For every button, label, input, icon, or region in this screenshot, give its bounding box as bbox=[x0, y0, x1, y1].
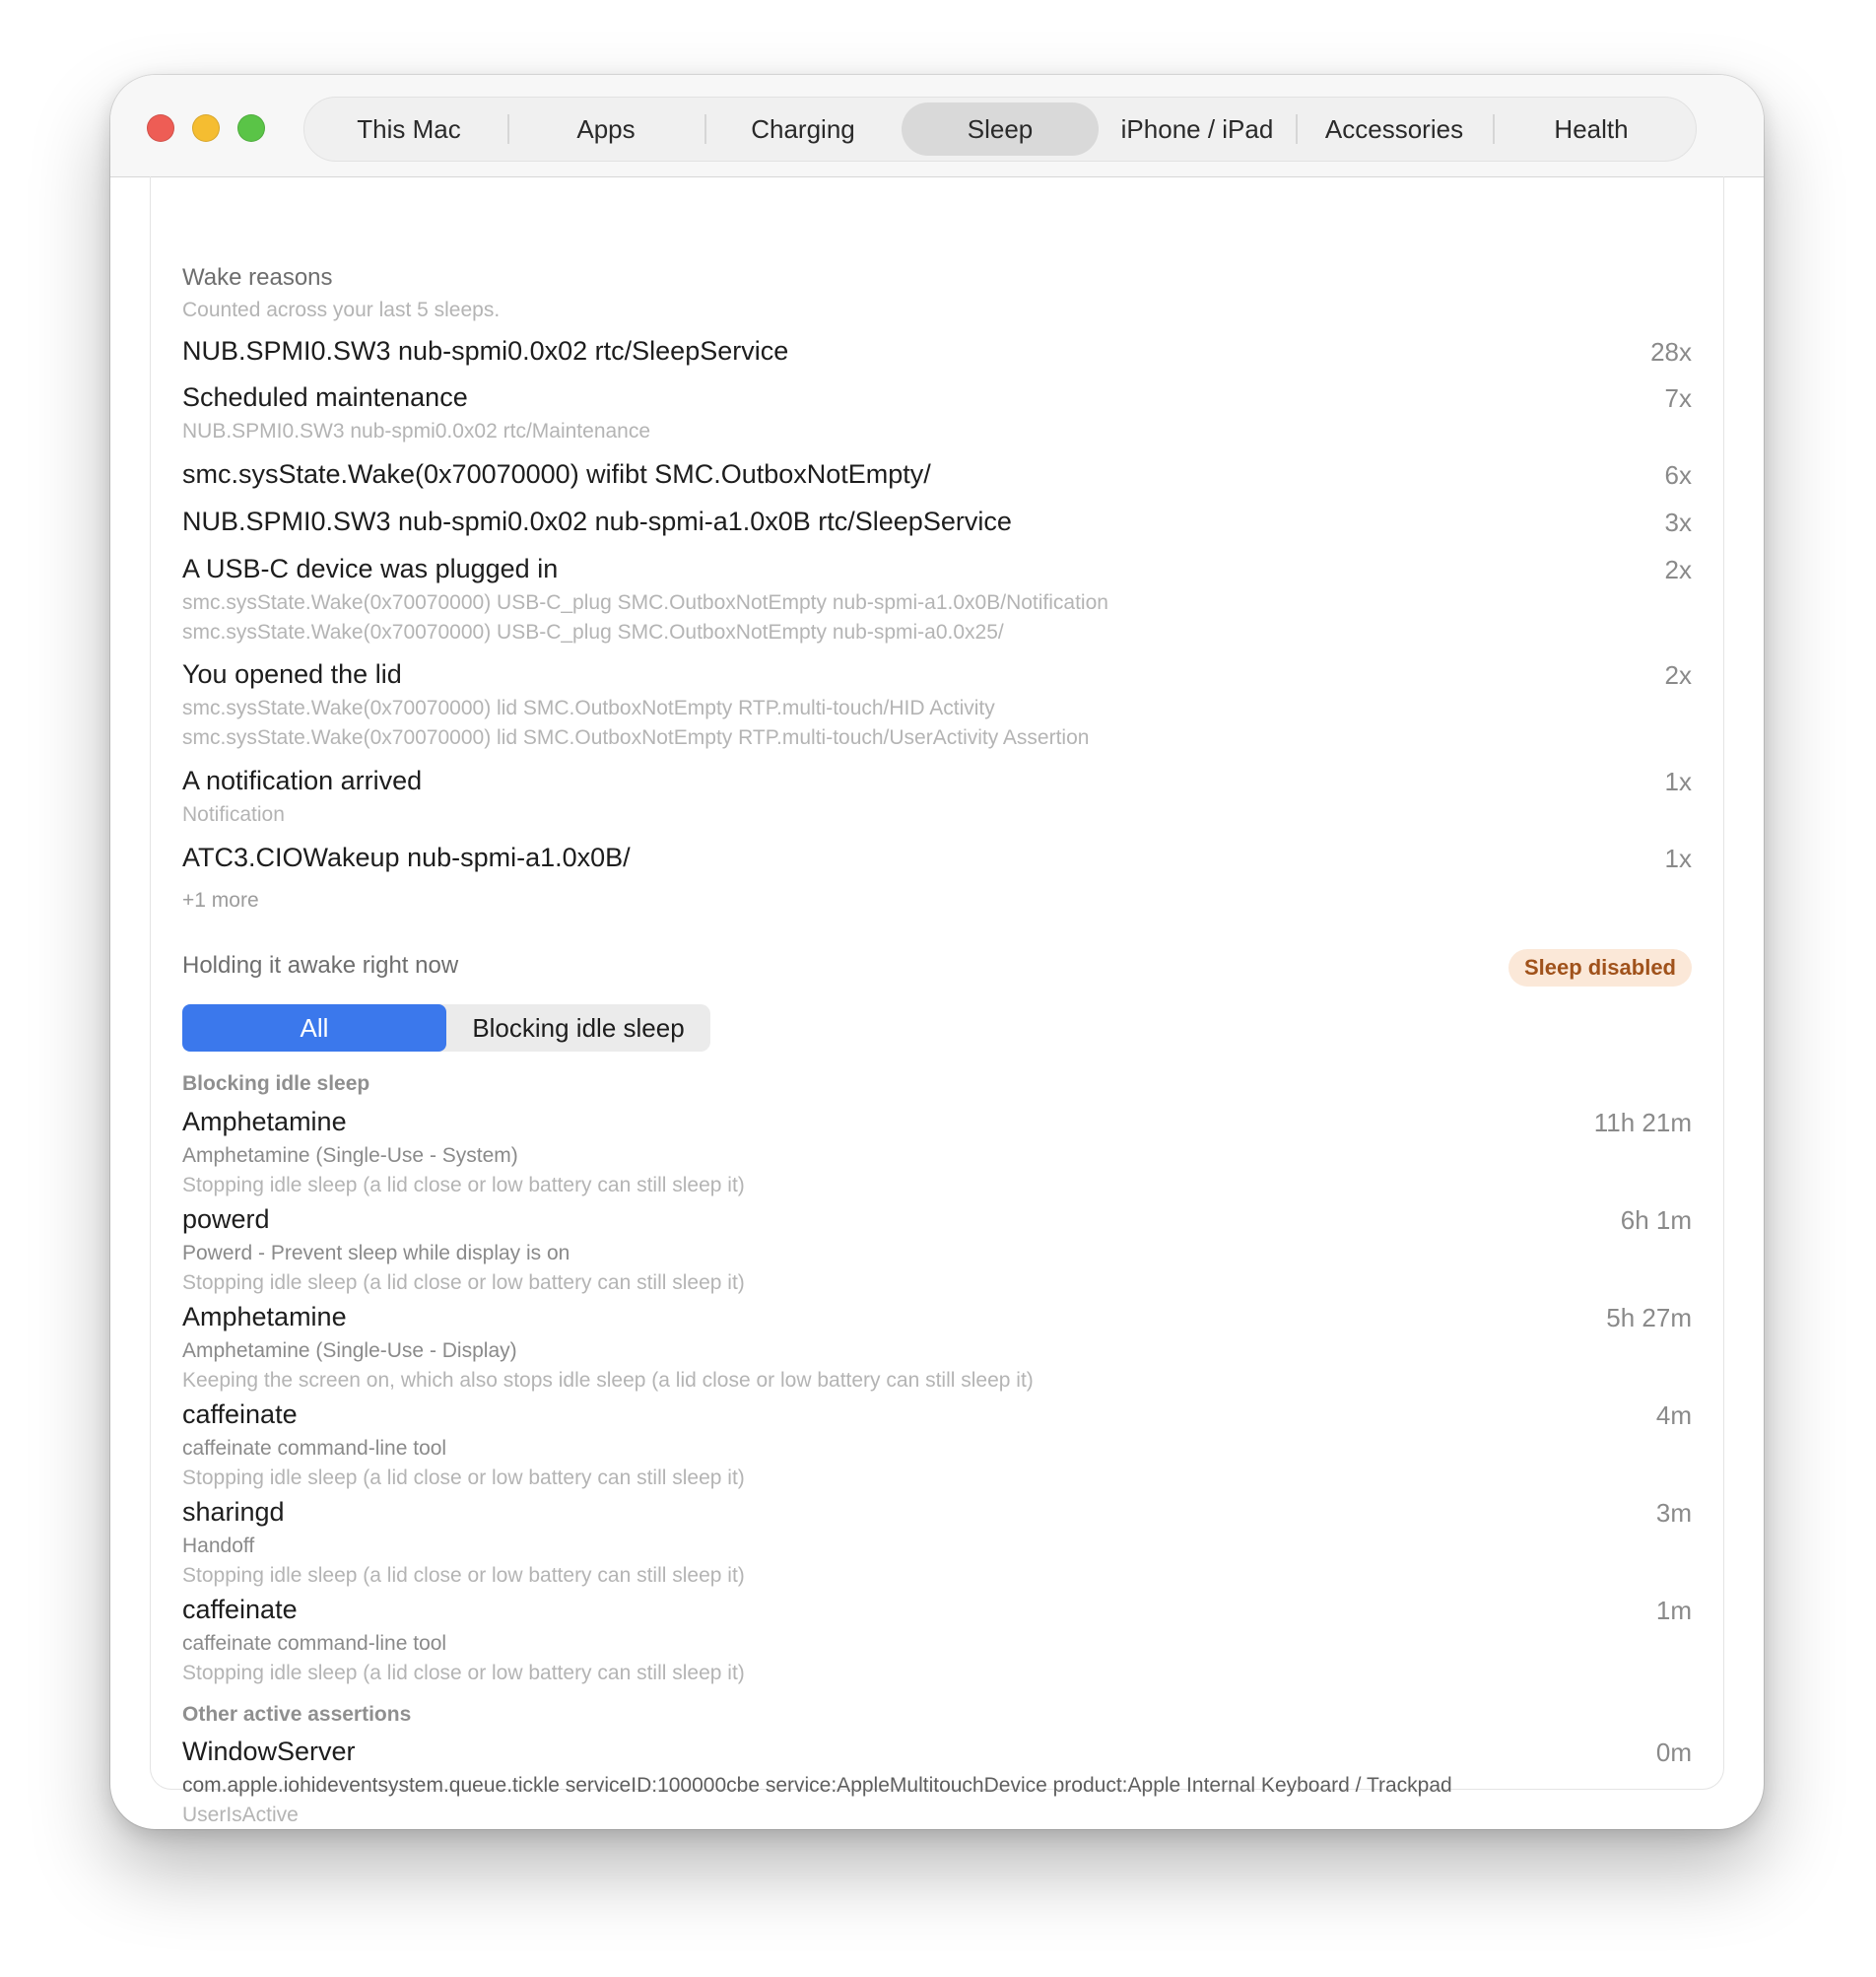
wake-reason-count: 28x bbox=[1650, 337, 1692, 367]
filter-segmented-control: All Blocking idle sleep bbox=[182, 1004, 710, 1052]
assertion-sub: Handoff bbox=[182, 1534, 255, 1557]
assertion-duration: 1m bbox=[1655, 1596, 1692, 1625]
app-window: This Mac Apps Charging Sleep iPhone / iP… bbox=[110, 75, 1764, 1829]
tab-this-mac[interactable]: This Mac bbox=[310, 102, 507, 156]
assertion-note: Stopping idle sleep (a lid close or low … bbox=[182, 1662, 745, 1684]
wake-reason-title: smc.sysState.Wake(0x70070000) wifibt SMC… bbox=[182, 459, 931, 489]
assertion-name: caffeinate bbox=[182, 1399, 298, 1429]
assertion-note: Stopping idle sleep (a lid close or low … bbox=[182, 1271, 745, 1294]
wake-reason-count: 6x bbox=[1664, 460, 1692, 490]
assertion-name: powerd bbox=[182, 1204, 270, 1234]
holding-awake-title: Holding it awake right now bbox=[182, 952, 459, 979]
filter-all-segment[interactable]: All bbox=[182, 1004, 446, 1052]
wake-reason-title: A USB-C device was plugged in bbox=[182, 554, 559, 583]
wake-reason-title: NUB.SPMI0.SW3 nub-spmi0.0x02 rtc/SleepSe… bbox=[182, 336, 789, 366]
assertion-sub: Amphetamine (Single-Use - System) bbox=[182, 1144, 518, 1167]
wake-reasons-subtitle: Counted across your last 5 sleeps. bbox=[182, 299, 501, 321]
sleep-panel: Wake reasons Counted across your last 5 … bbox=[150, 176, 1724, 1826]
filter-blocking-segment[interactable]: Blocking idle sleep bbox=[446, 1004, 710, 1052]
assertion-sub: caffeinate command-line tool bbox=[182, 1632, 447, 1655]
assertion-duration: 4m bbox=[1655, 1400, 1692, 1430]
tab-apps[interactable]: Apps bbox=[507, 102, 704, 156]
assertion-duration: 3m bbox=[1655, 1498, 1692, 1528]
assertion-sub: caffeinate command-line tool bbox=[182, 1437, 447, 1460]
tab-iphone-ipad[interactable]: iPhone / iPad bbox=[1099, 102, 1296, 156]
wake-reason-title: A notification arrived bbox=[182, 766, 423, 795]
tab-bar: This Mac Apps Charging Sleep iPhone / iP… bbox=[303, 97, 1697, 162]
assertion-duration: 11h 21m bbox=[1593, 1108, 1692, 1137]
wake-reason-detail: smc.sysState.Wake(0x70070000) USB-C_plug… bbox=[182, 591, 1108, 614]
wake-reason-count: 2x bbox=[1664, 555, 1692, 584]
assertion-sub: Amphetamine (Single-Use - Display) bbox=[182, 1339, 517, 1362]
tab-accessories[interactable]: Accessories bbox=[1296, 102, 1493, 156]
group-label: Blocking idle sleep bbox=[182, 1072, 370, 1095]
show-more-link[interactable]: +1 more bbox=[182, 889, 259, 913]
tab-sleep[interactable]: Sleep bbox=[902, 102, 1099, 156]
assertion-note: UserIsActive bbox=[182, 1804, 299, 1826]
assertion-duration: 0m bbox=[1655, 1738, 1692, 1767]
title-bar: This Mac Apps Charging Sleep iPhone / iP… bbox=[110, 75, 1764, 177]
assertion-note: Stopping idle sleep (a lid close or low … bbox=[182, 1174, 745, 1196]
sleep-disabled-badge: Sleep disabled bbox=[1508, 949, 1692, 987]
wake-reason-count: 7x bbox=[1664, 383, 1692, 413]
wake-reason-count: 2x bbox=[1664, 660, 1692, 690]
tab-health[interactable]: Health bbox=[1493, 102, 1690, 156]
assertion-duration: 5h 27m bbox=[1606, 1303, 1692, 1332]
group-label: Other active assertions bbox=[182, 1703, 412, 1726]
assertion-note: Keeping the screen on, which also stops … bbox=[182, 1369, 1034, 1392]
wake-reason-count: 3x bbox=[1664, 508, 1692, 537]
assertion-name: sharingd bbox=[182, 1497, 285, 1527]
assertion-sub: com.apple.iohideventsystem.queue.tickle … bbox=[182, 1774, 1452, 1797]
zoom-window-button[interactable] bbox=[237, 114, 265, 142]
assertion-name: Amphetamine bbox=[182, 1302, 347, 1331]
close-window-button[interactable] bbox=[147, 114, 174, 142]
assertion-note: Stopping idle sleep (a lid close or low … bbox=[182, 1466, 745, 1489]
assertion-note: Stopping idle sleep (a lid close or low … bbox=[182, 1564, 745, 1587]
assertion-sub: Powerd - Prevent sleep while display is … bbox=[182, 1242, 570, 1264]
wake-reasons-title: Wake reasons bbox=[182, 264, 333, 291]
tab-charging[interactable]: Charging bbox=[704, 102, 902, 156]
wake-reason-title: ATC3.CIOWakeup nub-spmi-a1.0x0B/ bbox=[182, 843, 631, 872]
wake-reason-title: Scheduled maintenance bbox=[182, 382, 468, 412]
wake-reason-detail: NUB.SPMI0.SW3 nub-spmi0.0x02 rtc/Mainten… bbox=[182, 420, 651, 443]
assertion-name: Amphetamine bbox=[182, 1107, 347, 1136]
wake-reason-title: NUB.SPMI0.SW3 nub-spmi0.0x02 nub-spmi-a1… bbox=[182, 507, 1012, 536]
assertion-duration: 6h 1m bbox=[1620, 1205, 1692, 1235]
minimize-window-button[interactable] bbox=[192, 114, 220, 142]
wake-reason-count: 1x bbox=[1664, 844, 1692, 873]
assertion-name: WindowServer bbox=[182, 1737, 356, 1766]
wake-reason-detail: Notification bbox=[182, 803, 285, 826]
wake-reason-detail: smc.sysState.Wake(0x70070000) lid SMC.Ou… bbox=[182, 726, 1090, 749]
wake-reason-title: You opened the lid bbox=[182, 659, 402, 689]
wake-reason-detail: smc.sysState.Wake(0x70070000) USB-C_plug… bbox=[182, 621, 1004, 644]
wake-reason-count: 1x bbox=[1664, 767, 1692, 796]
wake-reason-detail: smc.sysState.Wake(0x70070000) lid SMC.Ou… bbox=[182, 697, 995, 719]
assertion-name: caffeinate bbox=[182, 1595, 298, 1624]
